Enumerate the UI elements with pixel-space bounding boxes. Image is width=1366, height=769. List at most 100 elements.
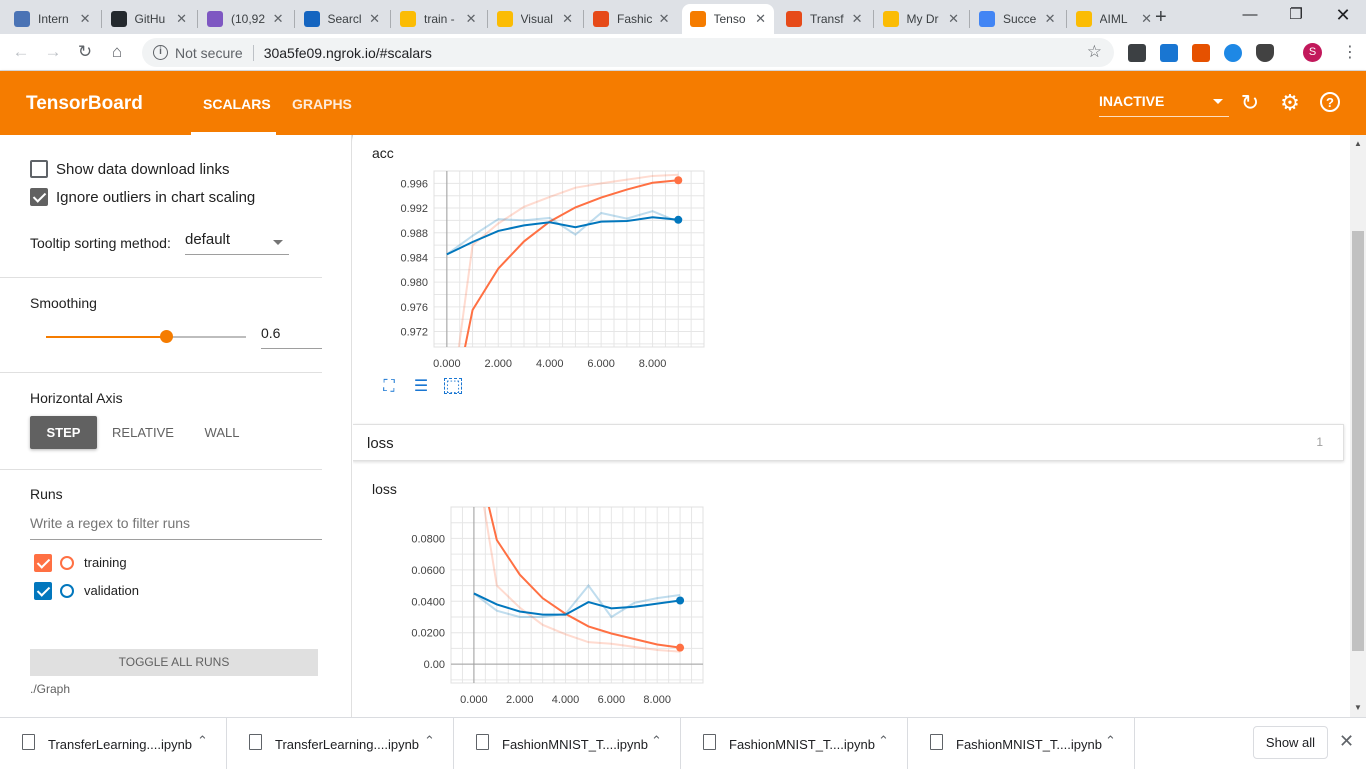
scroll-down-icon[interactable]: ▼ — [1354, 703, 1362, 712]
tooltip-sorting-select[interactable]: default — [185, 231, 289, 255]
tab-close-icon[interactable]: ✕ — [1045, 11, 1056, 27]
tab-scalars[interactable]: SCALARS — [203, 96, 271, 112]
chevron-up-icon[interactable]: ⌃ — [1105, 733, 1116, 749]
back-icon[interactable]: ← — [10, 42, 32, 62]
home-icon[interactable]: ⌂ — [106, 42, 128, 62]
x-tick-label: 2.000 — [485, 358, 513, 370]
tab-close-icon[interactable]: ✕ — [80, 11, 91, 27]
extension-sync-icon[interactable] — [1224, 44, 1242, 62]
tab-title: Transf — [810, 12, 844, 26]
download-item[interactable]: TransferLearning....ipynb ⌃ — [0, 718, 227, 769]
browser-menu-icon[interactable]: ⋮ — [1342, 42, 1358, 62]
tab-close-icon[interactable]: ✕ — [755, 11, 766, 27]
download-item[interactable]: FashionMNIST_T....ipynb ⌃ — [681, 718, 908, 769]
file-icon — [930, 734, 943, 750]
browser-tab[interactable]: AIML ✕ — [1068, 4, 1161, 34]
ignore-outliers-checkbox[interactable] — [30, 188, 48, 206]
tab-close-icon[interactable]: ✕ — [176, 11, 187, 27]
browser-tab[interactable]: Transf ✕ — [778, 4, 871, 34]
chevron-down-icon — [1213, 99, 1223, 104]
new-tab-button[interactable]: + — [1155, 6, 1167, 29]
browser-tab[interactable]: GitHu ✕ — [103, 4, 196, 34]
tab-close-icon[interactable]: ✕ — [466, 11, 477, 27]
loss-chart[interactable]: 0.00 0.0200 0.0400 0.0600 0.0800 0.000 2.000 4.… — [353, 501, 753, 717]
fullscreen-icon[interactable]: ⛶ — [380, 379, 398, 395]
tab-close-icon[interactable]: ✕ — [273, 11, 284, 27]
address-bar[interactable]: i Not secure 30a5fe09.ngrok.io/#scalars … — [142, 38, 1114, 67]
tab-close-icon[interactable]: ✕ — [852, 11, 863, 27]
profile-avatar[interactable]: S — [1303, 43, 1322, 62]
download-filename: FashionMNIST_T....ipynb — [729, 737, 875, 752]
browser-tab[interactable]: My Dr ✕ — [875, 4, 968, 34]
extension-search-icon[interactable] — [1160, 44, 1178, 62]
run-validation-checkbox[interactable] — [34, 582, 52, 600]
site-info-icon[interactable]: i — [153, 45, 168, 60]
svg-text:?: ? — [1326, 95, 1334, 110]
reload-icon[interactable]: ↻ — [74, 42, 96, 62]
browser-tab[interactable]: train - ✕ — [392, 4, 485, 34]
extension-icon[interactable] — [1128, 44, 1146, 62]
tab-title: Visual — [520, 12, 553, 26]
forward-icon[interactable]: → — [42, 42, 64, 62]
browser-tab[interactable]: Intern ✕ — [6, 4, 99, 34]
download-item[interactable]: TransferLearning....ipynb ⌃ — [227, 718, 454, 769]
toggle-all-runs-button[interactable]: TOGGLE ALL RUNS — [30, 649, 318, 676]
browser-toolbar: ← → ↻ ⌂ i Not secure 30a5fe09.ngrok.io/#… — [0, 34, 1366, 71]
loss-category-header[interactable]: loss 1 — [353, 424, 1344, 461]
tab-favicon-icon — [689, 11, 706, 27]
y-tick-label: 0.00 — [424, 659, 445, 671]
download-item[interactable]: FashionMNIST_T....ipynb ⌃ — [454, 718, 681, 769]
scroll-up-icon[interactable]: ▲ — [1354, 139, 1362, 148]
tab-close-icon[interactable]: ✕ — [948, 11, 959, 27]
close-window-icon[interactable]: ✕ — [1320, 4, 1366, 26]
chevron-up-icon[interactable]: ⌃ — [651, 733, 662, 749]
smoothing-value-input[interactable]: 0.6 — [261, 325, 322, 349]
run-validation-color-icon[interactable] — [60, 584, 74, 598]
extension-shield-icon[interactable] — [1256, 44, 1274, 62]
fit-domain-icon[interactable]: ⬚ — [444, 378, 462, 395]
axis-step-button[interactable]: STEP — [30, 416, 97, 449]
smoothing-slider-handle[interactable] — [160, 330, 173, 343]
tab-separator — [293, 10, 295, 28]
browser-tab[interactable]: Tenso ✕ — [681, 4, 774, 34]
scrollbar-thumb[interactable] — [1352, 231, 1364, 651]
extension-tool-icon[interactable] — [1192, 44, 1210, 62]
browser-tab[interactable]: Visual ✕ — [489, 4, 582, 34]
browser-tab[interactable]: Searcl ✕ — [296, 4, 389, 34]
restore-icon[interactable]: ❐ — [1273, 4, 1319, 26]
minimize-icon[interactable]: — — [1227, 4, 1273, 26]
close-shelf-icon[interactable]: ✕ — [1339, 731, 1354, 752]
run-filter-input[interactable]: Write a regex to filter runs — [30, 515, 322, 540]
run-training-color-icon[interactable] — [60, 556, 74, 570]
chevron-up-icon[interactable]: ⌃ — [424, 733, 435, 749]
show-all-downloads-button[interactable]: Show all — [1253, 726, 1328, 759]
tab-close-icon[interactable]: ✕ — [369, 11, 380, 27]
help-icon[interactable]: ? — [1318, 91, 1342, 115]
chevron-up-icon[interactable]: ⌃ — [197, 733, 208, 749]
tab-close-icon[interactable]: ✕ — [659, 11, 670, 27]
download-item[interactable]: FashionMNIST_T....ipynb ⌃ — [908, 718, 1135, 769]
refresh-icon[interactable]: ↻ — [1238, 91, 1262, 115]
acc-chart[interactable]: 0.972 0.976 0.980 0.984 0.988 0.992 0.996 0.000… — [353, 165, 753, 385]
bookmark-star-icon[interactable]: ☆ — [1087, 42, 1102, 62]
chevron-up-icon[interactable]: ⌃ — [878, 733, 889, 749]
main-scrollbar[interactable]: ▲ ▼ — [1350, 135, 1366, 717]
settings-gear-icon[interactable]: ⚙ — [1278, 91, 1302, 115]
run-training-checkbox[interactable] — [34, 554, 52, 572]
tab-graphs[interactable]: GRAPHS — [292, 96, 352, 112]
run-validation-label: validation — [84, 583, 139, 598]
run-state-dropdown[interactable]: INACTIVE — [1099, 93, 1229, 117]
tab-close-icon[interactable]: ✕ — [1141, 11, 1152, 27]
axis-relative-button[interactable]: RELATIVE — [107, 416, 179, 449]
tab-close-icon[interactable]: ✕ — [562, 11, 573, 27]
download-filename: FashionMNIST_T....ipynb — [956, 737, 1102, 752]
browser-tab[interactable]: Succe ✕ — [971, 4, 1064, 34]
log-dir-label: ./Graph — [30, 682, 71, 696]
browser-tab[interactable]: (10,92 ✕ — [199, 4, 292, 34]
data-table-icon[interactable]: ☰ — [412, 379, 430, 395]
tab-title: (10,92 — [231, 12, 266, 26]
axis-wall-button[interactable]: WALL — [195, 416, 249, 449]
show-download-links-checkbox[interactable] — [30, 160, 48, 178]
browser-tab[interactable]: Fashic ✕ — [585, 4, 678, 34]
smoothing-label: Smoothing — [30, 295, 97, 311]
